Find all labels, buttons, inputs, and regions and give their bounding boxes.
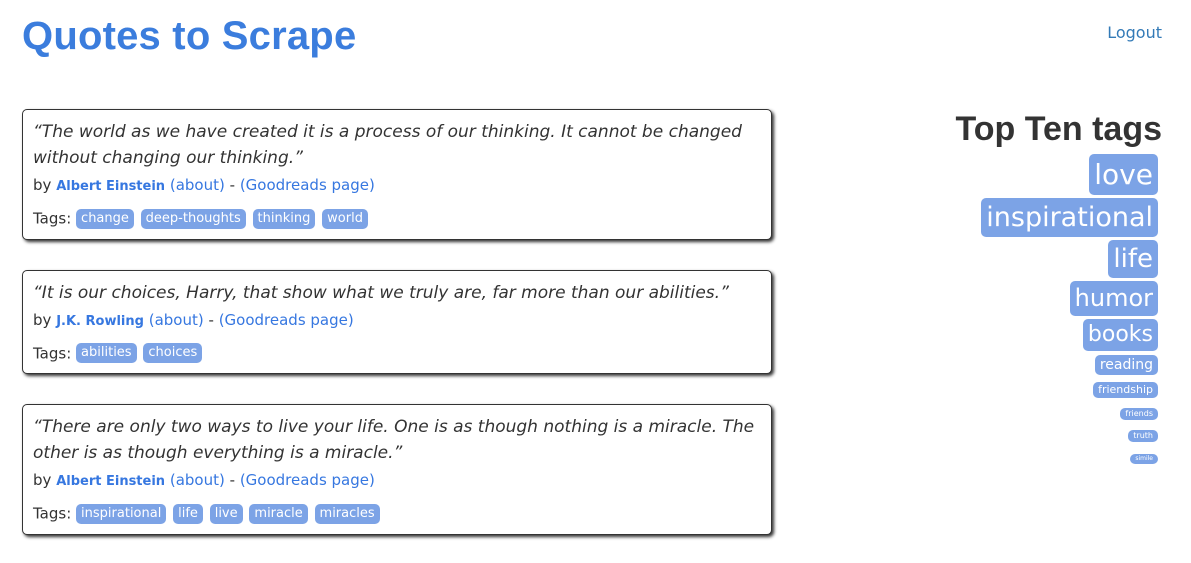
byline-by: by <box>33 176 52 194</box>
author-about-link[interactable]: (about) <box>170 176 225 194</box>
quote-card: “There are only two ways to live your li… <box>22 404 772 535</box>
author-name: J.K. Rowling <box>56 313 144 329</box>
tags-label: Tags: <box>33 209 72 228</box>
quote-tags: Tags: abilities choices <box>33 342 761 365</box>
quote-card: “It is our choices, Harry, that show wha… <box>22 269 772 374</box>
author-name: Albert Einstein <box>56 179 166 194</box>
tags-label: Tags: <box>33 504 72 523</box>
tag-link[interactable]: choices <box>143 343 203 363</box>
byline-separator: - <box>229 471 236 489</box>
tag-link[interactable]: world <box>322 208 368 229</box>
quote-byline: by Albert Einstein (about) - (Goodreads … <box>33 469 761 493</box>
quote-card: “The world as we have created it is a pr… <box>22 109 772 240</box>
tag-link[interactable]: miracles <box>314 503 380 524</box>
tag-link[interactable]: live <box>209 503 243 524</box>
tag-link[interactable]: inspirational <box>76 503 167 524</box>
author-about-link[interactable]: (about) <box>149 311 204 329</box>
logout-link[interactable]: Logout <box>1107 22 1162 44</box>
cloud-tag-books[interactable]: books <box>1082 319 1158 351</box>
byline-separator: - <box>208 310 214 329</box>
tag-link[interactable]: deep-thoughts <box>140 208 246 229</box>
quote-text: “The world as we have created it is a pr… <box>33 122 742 168</box>
byline-separator: - <box>229 176 236 194</box>
tag-link[interactable]: change <box>76 208 134 229</box>
quote-list: “The world as we have created it is a pr… <box>22 109 772 563</box>
goodreads-link[interactable]: (Goodreads page) <box>240 176 375 194</box>
cloud-tag-truth[interactable]: truth <box>1128 430 1158 442</box>
quote-tags: Tags: inspirational life live miracle mi… <box>33 502 761 525</box>
tag-link[interactable]: life <box>173 503 203 524</box>
top-tags-heading: Top Ten tags <box>955 110 1162 148</box>
cloud-tag-inspirational[interactable]: inspirational <box>981 198 1158 237</box>
cloud-tag-humor[interactable]: humor <box>1069 281 1158 316</box>
cloud-tag-reading[interactable]: reading <box>1094 355 1158 375</box>
cloud-tag-life[interactable]: life <box>1108 240 1158 278</box>
tags-label: Tags: <box>33 344 72 362</box>
quote-text: “It is our choices, Harry, that show wha… <box>33 282 729 303</box>
tag-cloud: love inspirational life humor books read… <box>858 154 1158 467</box>
author-about-link[interactable]: (about) <box>170 471 225 489</box>
byline-by: by <box>33 471 52 489</box>
byline-by: by <box>33 310 52 329</box>
goodreads-link[interactable]: (Goodreads page) <box>219 311 354 329</box>
cloud-tag-simile[interactable]: simile <box>1130 454 1158 464</box>
quote-byline: by J.K. Rowling (about) - (Goodreads pag… <box>33 309 761 333</box>
tag-link[interactable]: abilities <box>76 343 137 363</box>
page: Quotes to Scrape Logout “The world as we… <box>0 0 1191 563</box>
quote-tags: Tags: change deep-thoughts thinking worl… <box>33 207 761 230</box>
tag-link[interactable]: thinking <box>252 208 316 229</box>
cloud-tag-friendship[interactable]: friendship <box>1093 382 1158 398</box>
goodreads-link[interactable]: (Goodreads page) <box>240 471 375 489</box>
author-name: Albert Einstein <box>56 474 166 489</box>
cloud-tag-love[interactable]: love <box>1089 154 1158 195</box>
site-title-link[interactable]: Quotes to Scrape <box>22 12 356 60</box>
cloud-tag-friends[interactable]: friends <box>1120 408 1158 420</box>
top-tags-sidebar: Top Ten tags love inspirational life hum… <box>858 108 1162 467</box>
quote-byline: by Albert Einstein (about) - (Goodreads … <box>33 174 761 198</box>
quote-text: “There are only two ways to live your li… <box>33 417 755 463</box>
tag-link[interactable]: miracle <box>249 503 308 524</box>
